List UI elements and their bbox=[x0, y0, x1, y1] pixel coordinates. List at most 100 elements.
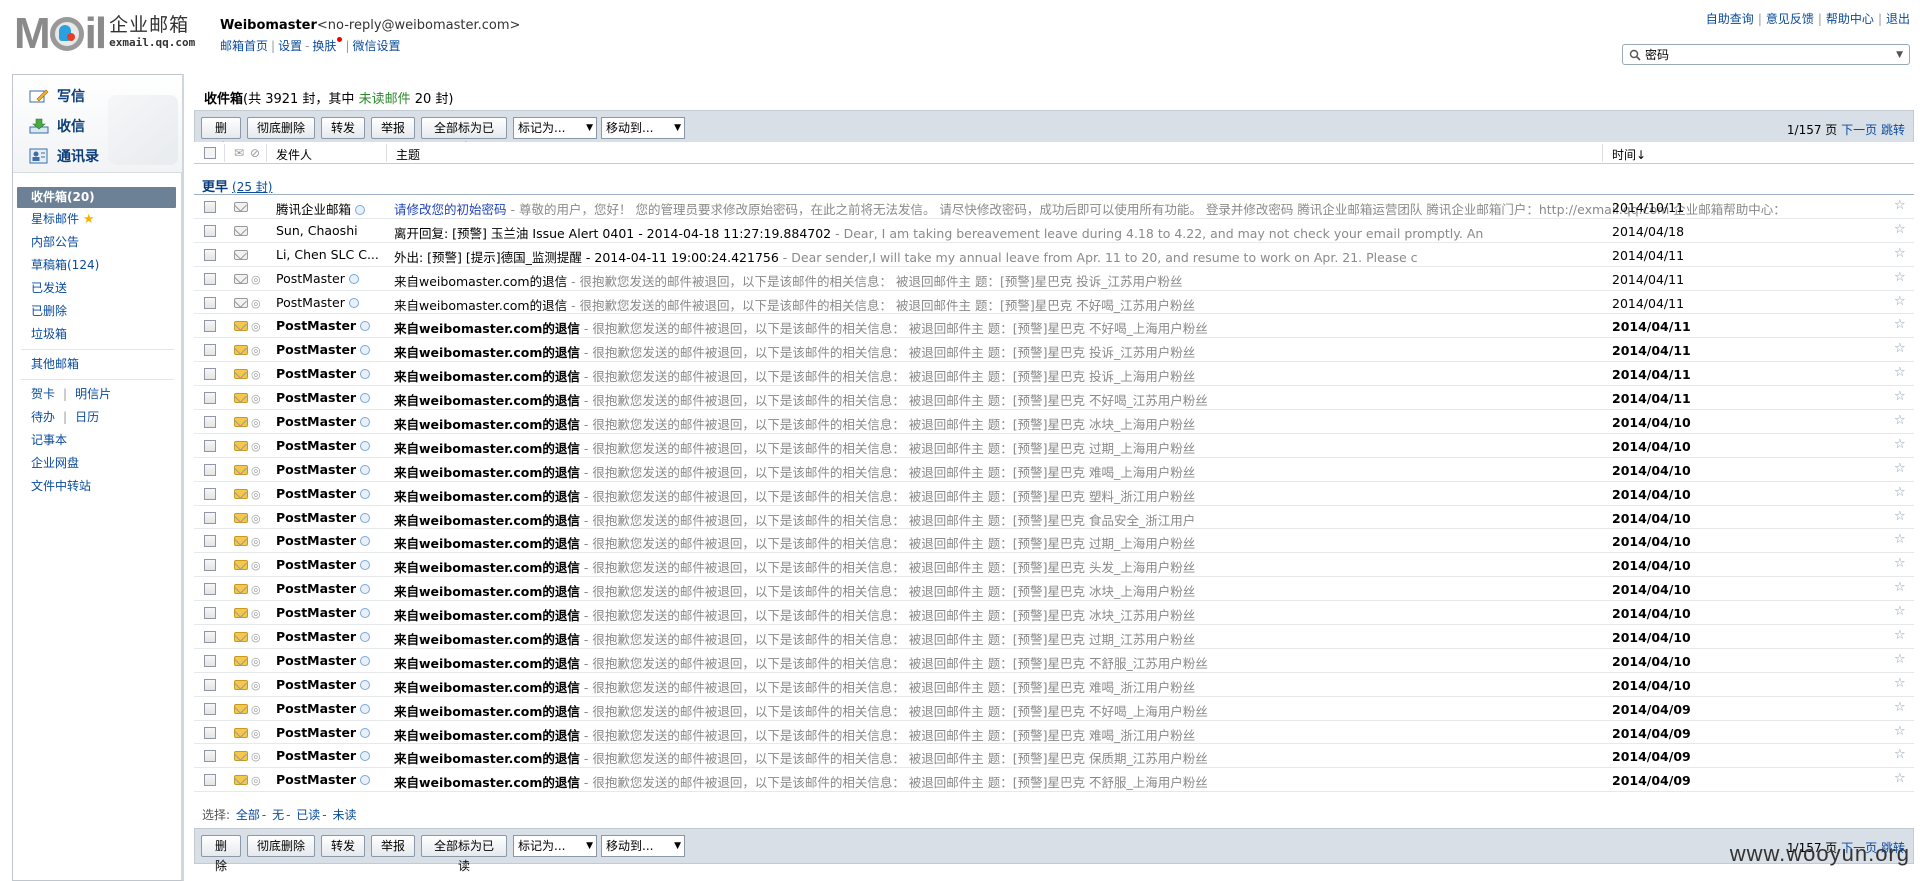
postcard-link[interactable]: 明信片 bbox=[75, 387, 111, 401]
star-icon[interactable]: ☆ bbox=[1894, 294, 1906, 309]
read-status-header-icon[interactable]: ✉ bbox=[234, 146, 244, 160]
group-header[interactable]: 更早 (25 封) bbox=[202, 176, 272, 195]
row-checkbox[interactable] bbox=[204, 344, 216, 357]
table-row[interactable]: 腾讯企业邮箱 请修改您的初始密码 - 尊敬的用户，您好！ 您的管理员要求修改原始密… bbox=[194, 195, 1914, 219]
star-icon[interactable]: ☆ bbox=[1894, 556, 1906, 571]
star-icon[interactable]: ☆ bbox=[1894, 389, 1906, 404]
row-checkbox[interactable] bbox=[204, 535, 216, 548]
table-row[interactable]: Sun, Chaoshi 离开回复: [预警] 玉兰油 Issue Alert 0… bbox=[194, 219, 1914, 243]
table-row[interactable]: ◎ PostMaster 来自weibomaster.com的退信 - 很抱歉您发送… bbox=[194, 673, 1914, 697]
row-checkbox[interactable] bbox=[204, 201, 216, 213]
row-checkbox[interactable] bbox=[204, 439, 216, 452]
forward-button[interactable]: 转发 bbox=[321, 117, 365, 139]
greeting-card-link[interactable]: 贺卡 bbox=[31, 387, 55, 401]
star-icon[interactable]: ☆ bbox=[1894, 652, 1906, 667]
table-row[interactable]: ◎ PostMaster 来自weibomaster.com的退信 - 很抱歉您发送… bbox=[194, 721, 1914, 745]
folder-notice[interactable]: 内部公告 bbox=[13, 231, 182, 254]
star-icon[interactable]: ☆ bbox=[1894, 628, 1906, 643]
contacts-button[interactable]: 通讯录 bbox=[29, 145, 99, 167]
table-row[interactable]: ◎ PostMaster 来自weibomaster.com的退信 - 很抱歉您发送… bbox=[194, 506, 1914, 530]
table-row[interactable]: ◎ PostMaster 来自weibomaster.com的退信 - 很抱歉您发送… bbox=[194, 458, 1914, 482]
star-icon[interactable]: ☆ bbox=[1894, 724, 1906, 739]
table-row[interactable]: ◎ PostMaster 来自weibomaster.com的退信 - 很抱歉您发送… bbox=[194, 768, 1914, 793]
select-all-link[interactable]: 全部 bbox=[236, 808, 260, 822]
star-icon[interactable]: ☆ bbox=[1894, 532, 1906, 547]
row-checkbox[interactable] bbox=[204, 487, 216, 500]
star-icon[interactable]: ☆ bbox=[1894, 341, 1906, 356]
table-row[interactable]: ◎ PostMaster 来自weibomaster.com的退信 - 很抱歉您发送… bbox=[194, 434, 1914, 458]
delete-button[interactable]: 删除 bbox=[201, 835, 241, 873]
row-checkbox[interactable] bbox=[204, 774, 216, 787]
mark-as-select[interactable]: 标记为... ▼ bbox=[513, 117, 597, 139]
chevron-down-icon[interactable]: ▼ bbox=[1896, 50, 1903, 60]
select-all-checkbox[interactable] bbox=[204, 147, 216, 159]
folder-starred[interactable]: 星标邮件 ★ bbox=[13, 208, 182, 231]
purge-button[interactable]: 彻底删除 bbox=[247, 117, 315, 139]
wechat-settings-link[interactable]: 微信设置 bbox=[352, 39, 400, 53]
star-icon[interactable]: ☆ bbox=[1894, 676, 1906, 691]
table-row[interactable]: ◎ PostMaster 来自weibomaster.com的退信 - 很抱歉您发送… bbox=[194, 625, 1914, 649]
star-icon[interactable]: ☆ bbox=[1894, 485, 1906, 500]
mark-as-select[interactable]: 标记为... ▼ bbox=[513, 835, 597, 857]
move-to-select[interactable]: 移动到... ▼ bbox=[601, 117, 685, 139]
row-checkbox[interactable] bbox=[204, 296, 216, 309]
star-icon[interactable]: ☆ bbox=[1894, 509, 1906, 524]
jump-link[interactable]: 跳转 bbox=[1881, 123, 1905, 137]
star-icon[interactable]: ☆ bbox=[1894, 246, 1906, 261]
table-row[interactable]: ◎ PostMaster 来自weibomaster.com的退信 - 很抱歉您发送… bbox=[194, 482, 1914, 506]
star-icon[interactable]: ☆ bbox=[1894, 700, 1906, 715]
row-checkbox[interactable] bbox=[204, 654, 216, 667]
table-row[interactable]: ◎ PostMaster 来自weibomaster.com的退信 - 很抱歉您发送… bbox=[194, 314, 1914, 339]
row-checkbox[interactable] bbox=[204, 463, 216, 476]
row-checkbox[interactable] bbox=[204, 320, 216, 333]
select-none-link[interactable]: 无 bbox=[272, 808, 284, 822]
table-row[interactable]: ◎ PostMaster 来自weibomaster.com的退信 - 很抱歉您发送… bbox=[194, 553, 1914, 578]
mail-home-link[interactable]: 邮箱首页 bbox=[220, 39, 268, 53]
table-row[interactable]: Li, Chen SLC C... 外出: [预警] [提示]德国_监测提醒 - … bbox=[194, 243, 1914, 267]
row-checkbox[interactable] bbox=[204, 559, 216, 572]
row-checkbox[interactable] bbox=[204, 702, 216, 715]
col-time[interactable]: 时间↓ bbox=[1612, 146, 1646, 163]
notes-link[interactable]: 记事本 bbox=[13, 429, 182, 452]
table-row[interactable]: ◎ PostMaster 来自weibomaster.com的退信 - 很抱歉您发送… bbox=[194, 291, 1914, 315]
table-row[interactable]: ◎ PostMaster 来自weibomaster.com的退信 - 很抱歉您发送… bbox=[194, 267, 1914, 291]
folder-inbox[interactable]: 收件箱(20) bbox=[17, 187, 176, 208]
row-checkbox[interactable] bbox=[204, 368, 216, 381]
table-row[interactable]: ◎ PostMaster 来自weibomaster.com的退信 - 很抱歉您发送… bbox=[194, 744, 1914, 769]
unread-link[interactable]: 未读邮件 bbox=[359, 92, 411, 107]
star-icon[interactable]: ☆ bbox=[1894, 317, 1906, 332]
row-checkbox[interactable] bbox=[204, 631, 216, 644]
star-icon[interactable]: ☆ bbox=[1894, 413, 1906, 428]
table-row[interactable]: ◎ PostMaster 来自weibomaster.com的退信 - 很抱歉您发送… bbox=[194, 529, 1914, 554]
logout-link[interactable]: 退出 bbox=[1886, 12, 1910, 26]
table-row[interactable]: ◎ PostMaster 来自weibomaster.com的退信 - 很抱歉您发送… bbox=[194, 697, 1914, 721]
row-checkbox[interactable] bbox=[204, 272, 216, 285]
qq-mail-logo[interactable]: Mil 企业邮箱 exmail.qq.com bbox=[14, 12, 195, 56]
settings-link[interactable]: 设置 bbox=[278, 39, 302, 53]
folder-other-mailboxes[interactable]: 其他邮箱 bbox=[13, 353, 182, 376]
next-page-link[interactable]: 下一页 bbox=[1841, 123, 1877, 137]
star-icon[interactable]: ☆ bbox=[1894, 365, 1906, 380]
star-icon[interactable]: ☆ bbox=[1894, 580, 1906, 595]
star-icon[interactable]: ☆ bbox=[1894, 198, 1906, 213]
folder-spam[interactable]: 垃圾箱 bbox=[13, 323, 182, 346]
feedback-link[interactable]: 意见反馈 bbox=[1766, 12, 1814, 26]
attachment-header-icon[interactable]: ⊘ bbox=[250, 146, 260, 160]
star-icon[interactable]: ☆ bbox=[1894, 437, 1906, 452]
table-row[interactable]: ◎ PostMaster 来自weibomaster.com的退信 - 很抱歉您发送… bbox=[194, 338, 1914, 363]
mark-all-read-button[interactable]: 全部标为已读 bbox=[421, 117, 507, 155]
help-center-link[interactable]: 帮助中心 bbox=[1826, 12, 1874, 26]
row-checkbox[interactable] bbox=[204, 224, 216, 237]
group-count[interactable]: (25 封) bbox=[232, 180, 272, 194]
calendar-link[interactable]: 日历 bbox=[75, 410, 99, 424]
report-button[interactable]: 举报 bbox=[371, 835, 415, 857]
row-checkbox[interactable] bbox=[204, 392, 216, 405]
col-from[interactable]: 发件人 bbox=[276, 146, 312, 163]
delete-button[interactable]: 删除 bbox=[201, 117, 241, 155]
table-row[interactable]: ◎ PostMaster 来自weibomaster.com的退信 - 很抱歉您发送… bbox=[194, 386, 1914, 411]
forward-button[interactable]: 转发 bbox=[321, 835, 365, 857]
row-checkbox[interactable] bbox=[204, 583, 216, 596]
purge-button[interactable]: 彻底删除 bbox=[247, 835, 315, 857]
row-checkbox[interactable] bbox=[204, 678, 216, 691]
table-row[interactable]: ◎ PostMaster 来自weibomaster.com的退信 - 很抱歉您发送… bbox=[194, 410, 1914, 434]
